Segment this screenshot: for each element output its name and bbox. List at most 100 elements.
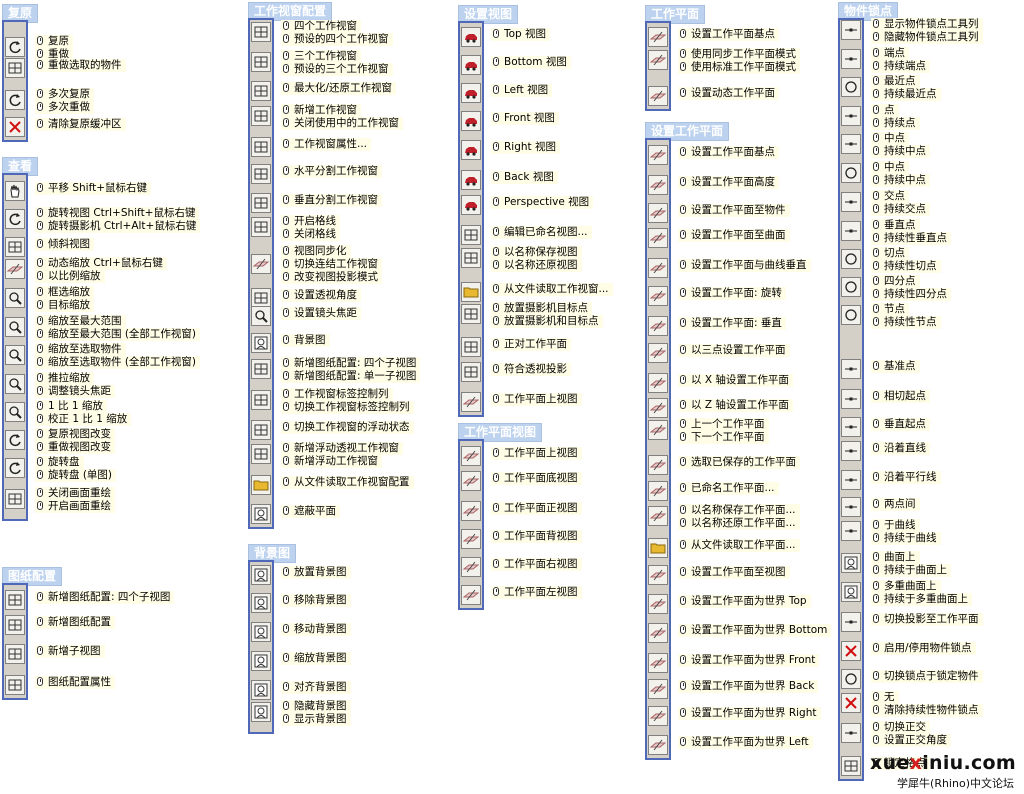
none-icon[interactable] <box>841 693 861 713</box>
center-icon[interactable] <box>841 163 861 183</box>
command-item[interactable]: 切换投影至工作平面 <box>871 613 983 626</box>
command-item[interactable]: 校正 1 比 1 缩放 <box>35 413 132 426</box>
tilt-view-icon[interactable] <box>5 237 25 257</box>
command-item[interactable]: 缩放背景图 <box>281 652 351 665</box>
command-item[interactable]: 开启画面重绘 <box>35 500 115 513</box>
command-item[interactable]: 重做选取的物件 <box>35 59 126 72</box>
command-item[interactable]: 调整镜头焦距 <box>35 385 115 398</box>
command-item[interactable]: 垂直起点 <box>871 418 930 431</box>
command-item[interactable]: 多次重做 <box>35 101 94 114</box>
command-item[interactable]: 复原视图改变 <box>35 428 115 441</box>
command-item[interactable]: 设置透视角度 <box>281 289 361 302</box>
remove-bg-icon[interactable] <box>251 593 271 613</box>
new-float-viewport-icon[interactable] <box>251 444 271 464</box>
command-item[interactable]: Back 视图 <box>491 171 558 184</box>
cplane-right-icon[interactable] <box>461 557 481 577</box>
command-item[interactable]: 放置摄影机和目标点 <box>491 315 603 328</box>
command-item[interactable]: 设置镜头焦距 <box>281 307 361 320</box>
command-item[interactable]: 放置摄影机目标点 <box>491 302 592 315</box>
command-item[interactable]: 设置工作平面基点 <box>678 28 779 41</box>
command-item[interactable]: 放置背景图 <box>281 566 351 579</box>
perp-from-icon[interactable] <box>841 417 861 437</box>
command-item[interactable]: 复原 <box>35 35 73 48</box>
command-item[interactable]: Front 视图 <box>491 112 559 125</box>
shade-icon[interactable] <box>5 489 25 509</box>
command-item[interactable]: 重做视图改变 <box>35 441 115 454</box>
command-item[interactable]: 以名称还原视图 <box>491 259 582 272</box>
perpendicular-icon[interactable] <box>841 221 861 241</box>
between-icon[interactable] <box>841 497 861 517</box>
pan-hand-icon[interactable] <box>5 181 25 201</box>
command-item[interactable]: 基准点 <box>871 360 920 373</box>
front-car-icon[interactable] <box>461 111 481 131</box>
command-item[interactable]: 相切起点 <box>871 390 930 403</box>
command-item[interactable]: 设置工作平面: 旋转 <box>678 287 786 300</box>
new-layout-icon[interactable] <box>5 615 25 635</box>
command-item[interactable]: 最近点 <box>871 75 920 88</box>
save-cplane-icon[interactable] <box>648 506 668 526</box>
command-item[interactable]: 视图同步化 <box>281 245 351 258</box>
command-item[interactable]: 推拉缩放 <box>35 372 94 385</box>
command-item[interactable]: 预设的四个工作视窗 <box>281 33 393 46</box>
align-bg-icon[interactable] <box>251 680 271 700</box>
command-item[interactable]: 选取已保存的工作平面 <box>678 456 800 469</box>
dynamic-cplane-icon[interactable] <box>648 86 668 106</box>
command-item[interactable]: 正对工作平面 <box>491 338 571 351</box>
multi-undo-icon[interactable] <box>5 90 25 110</box>
command-item[interactable]: 沿着直线 <box>871 442 930 455</box>
command-item[interactable]: 图纸配置属性 <box>35 676 115 689</box>
cplane-top-icon[interactable] <box>461 392 481 412</box>
command-item[interactable]: 下一个工作平面 <box>678 431 769 444</box>
from-point-icon[interactable] <box>841 389 861 409</box>
dolly-zoom-icon[interactable] <box>5 374 25 394</box>
end-point-icon[interactable] <box>841 49 861 69</box>
command-item[interactable]: 曲面上 <box>871 551 920 564</box>
command-item[interactable]: Left 视图 <box>491 84 553 97</box>
command-item[interactable]: 新增图纸配置: 单一子视图 <box>281 370 421 383</box>
along-parallel-icon[interactable] <box>841 470 861 490</box>
command-item[interactable]: 遮蔽平面 <box>281 505 340 518</box>
lens-length-icon[interactable] <box>251 306 271 326</box>
command-item[interactable]: 设置工作平面为世界 Front <box>678 654 820 667</box>
command-item[interactable]: 持续点 <box>871 117 920 130</box>
world-front-icon[interactable] <box>648 653 668 673</box>
command-item[interactable]: 沿着平行线 <box>871 471 941 484</box>
turntable-icon[interactable] <box>5 458 25 478</box>
command-item[interactable]: 切换连结工作视窗 <box>281 258 382 271</box>
place-bg-icon[interactable] <box>251 565 271 585</box>
command-item[interactable]: 背景图 <box>281 334 330 347</box>
command-item[interactable]: 目标缩放 <box>35 299 94 312</box>
command-item[interactable]: 工作平面上视图 <box>491 447 582 460</box>
four-viewports-icon[interactable] <box>251 22 271 42</box>
zoom-window-icon[interactable] <box>5 288 25 308</box>
ortho-icon[interactable] <box>841 723 861 743</box>
command-item[interactable]: 设置动态工作平面 <box>678 87 779 100</box>
cplane-to-view-icon[interactable] <box>648 565 668 585</box>
command-item[interactable]: 倾斜视图 <box>35 238 94 251</box>
command-item[interactable]: 工作平面右视图 <box>491 558 582 571</box>
sync-cplane-icon[interactable] <box>648 50 668 70</box>
command-item[interactable]: Right 视图 <box>491 141 560 154</box>
grid-snap-icon[interactable] <box>841 756 861 776</box>
command-item[interactable]: 以 X 轴设置工作平面 <box>678 374 793 387</box>
on-surface-icon[interactable] <box>841 553 861 573</box>
command-item[interactable]: 编辑已命名视图... <box>491 226 592 239</box>
knot-icon[interactable] <box>841 305 861 325</box>
scale-bg-icon[interactable] <box>251 651 271 671</box>
command-item[interactable]: 垂直点 <box>871 219 920 232</box>
command-item[interactable]: 关闭使用中的工作视窗 <box>281 117 403 130</box>
command-item[interactable]: 框选缩放 <box>35 286 94 299</box>
viewport-props-icon[interactable] <box>251 137 271 157</box>
command-item[interactable]: 持续于曲线 <box>871 532 941 545</box>
background-face-icon[interactable] <box>251 333 271 353</box>
bottom-car-icon[interactable] <box>461 55 481 75</box>
three-viewports-icon[interactable] <box>251 52 271 72</box>
command-item[interactable]: 对齐背景图 <box>281 681 351 694</box>
tangent-icon[interactable] <box>841 249 861 269</box>
command-item[interactable]: 设置工作平面与曲线垂直 <box>678 259 811 272</box>
command-item[interactable]: 缩放至选取物件 <box>35 343 126 356</box>
command-item[interactable]: 点 <box>871 104 899 117</box>
cplane-origin-icon[interactable] <box>648 27 668 47</box>
command-item[interactable]: 四分点 <box>871 275 920 288</box>
command-item[interactable]: 设置工作平面为世界 Top <box>678 595 811 608</box>
